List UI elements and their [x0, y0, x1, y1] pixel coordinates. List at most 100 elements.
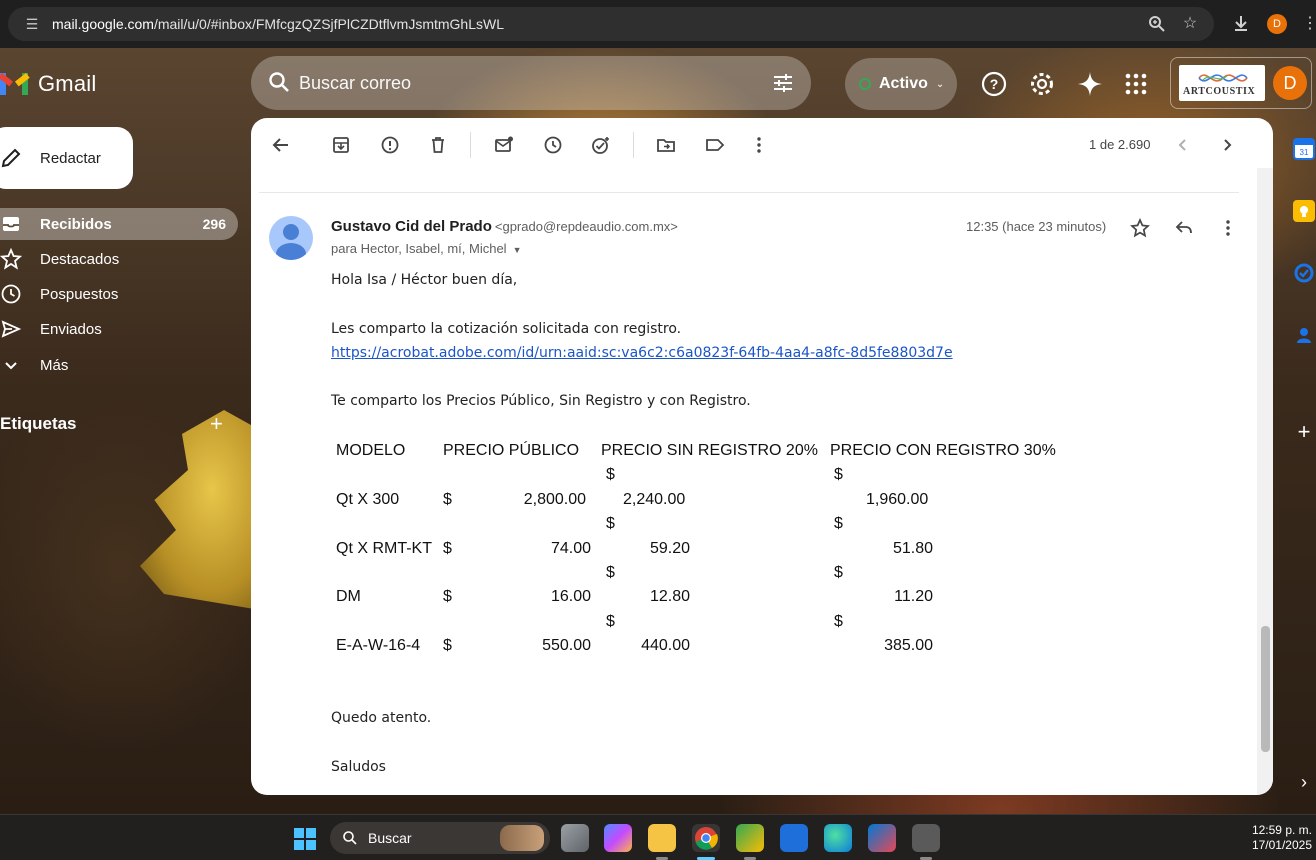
- table-cell-con: 1,960.00: [866, 491, 929, 508]
- newer-chevron-left-icon[interactable]: [1173, 135, 1193, 155]
- search-options-icon[interactable]: [771, 71, 795, 95]
- star-icon[interactable]: [1130, 218, 1150, 238]
- table-cell-con: 385.00: [884, 637, 933, 654]
- contacts-icon[interactable]: [1293, 324, 1315, 346]
- apps-grid-icon[interactable]: [1122, 70, 1150, 98]
- label-tag-icon[interactable]: [705, 135, 725, 155]
- sidebar-item-snoozed[interactable]: Pospuestos: [0, 278, 238, 310]
- url-text[interactable]: mail.google.com/mail/u/0/#inbox/FMfcgzQZ…: [52, 16, 504, 32]
- search-input[interactable]: [299, 70, 739, 96]
- table-cell-public: 74.00: [550, 540, 591, 557]
- archive-icon[interactable]: [331, 135, 351, 155]
- closing-text: Quedo atento.: [331, 710, 432, 726]
- status-dot-icon: [859, 78, 871, 90]
- chevron-down-icon: [5, 362, 17, 370]
- reply-icon[interactable]: [1174, 218, 1194, 238]
- edge-icon[interactable]: [824, 824, 852, 852]
- search-highlight-illustration: [500, 825, 544, 851]
- currency-symbol: $: [606, 515, 615, 532]
- compose-button[interactable]: Redactar: [0, 127, 133, 189]
- report-spam-icon[interactable]: [380, 135, 400, 155]
- add-label-button[interactable]: +: [210, 413, 223, 435]
- sidebar-item-inbox[interactable]: Recibidos 296: [0, 208, 238, 240]
- table-header: MODELO: [336, 442, 406, 459]
- more-options-icon[interactable]: [749, 135, 769, 155]
- snooze-clock-icon[interactable]: [543, 135, 563, 155]
- store-icon[interactable]: [868, 824, 896, 852]
- sender-name[interactable]: Gustavo Cid del Prado <gprado@repdeaudio.…: [331, 218, 678, 235]
- table-cell-sin: 440.00: [641, 637, 690, 654]
- message-scrollbar[interactable]: [1257, 168, 1273, 795]
- taskbar-search[interactable]: Buscar: [330, 822, 550, 854]
- copilot-icon[interactable]: [604, 824, 632, 852]
- clock-icon: [1, 284, 21, 304]
- add-addon-icon[interactable]: +: [1293, 421, 1315, 443]
- browser-menu-icon[interactable]: ⋮: [1300, 14, 1316, 34]
- thread-divider: [259, 192, 1239, 193]
- sidebar-item-sent[interactable]: Enviados: [0, 313, 238, 345]
- system-clock[interactable]: 12:59 p. m. 17/01/2025: [1252, 823, 1312, 853]
- search-icon[interactable]: [267, 70, 291, 94]
- sidebar-item-label: Enviados: [40, 320, 102, 338]
- back-arrow-icon[interactable]: [271, 135, 291, 155]
- help-icon[interactable]: ?: [980, 70, 1008, 98]
- task-view-icon[interactable]: [561, 824, 589, 852]
- keep-notes-icon[interactable]: [1293, 200, 1315, 222]
- settings-gear-icon[interactable]: [1028, 70, 1056, 98]
- message-more-icon[interactable]: [1218, 218, 1238, 238]
- office-app-icon[interactable]: [780, 824, 808, 852]
- caret-down-icon[interactable]: ▼: [513, 245, 522, 255]
- table-cell-con: 51.80: [892, 540, 933, 557]
- file-explorer-icon[interactable]: [648, 824, 676, 852]
- chat-app-icon[interactable]: [736, 824, 764, 852]
- sidebar-item-starred[interactable]: Destacados: [0, 243, 238, 275]
- account-avatar[interactable]: D: [1273, 66, 1307, 100]
- body-line: Les comparto la cotización solicitada co…: [331, 321, 682, 337]
- scrollbar-thumb[interactable]: [1261, 626, 1270, 752]
- gmail-logo[interactable]: Gmail: [0, 66, 96, 102]
- artcoustix-logo: ARTCOUSTIX: [1179, 65, 1265, 101]
- address-bar[interactable]: ☰ mail.google.com/mail/u/0/#inbox/FMfcgz…: [8, 7, 1214, 41]
- expand-panel-chevron-icon[interactable]: ›: [1293, 771, 1315, 793]
- sender-avatar[interactable]: [269, 216, 313, 260]
- sidebar-item-more[interactable]: Más: [0, 349, 238, 381]
- recipients-line[interactable]: para Hector, Isabel, mí, Michel ▼: [331, 241, 522, 256]
- table-cell-model: Qt X RMT-KT: [336, 540, 432, 557]
- calculator-icon[interactable]: [912, 824, 940, 852]
- table-header: PRECIO SIN REGISTRO 20%: [601, 442, 818, 459]
- tasks-icon[interactable]: [1293, 262, 1315, 284]
- status-selector[interactable]: Activo ⌄: [845, 58, 957, 110]
- sidebar-item-label: Recibidos: [40, 215, 112, 233]
- message-time: 12:35 (hace 23 minutos): [966, 219, 1107, 234]
- site-settings-icon[interactable]: ☰: [24, 16, 40, 32]
- older-chevron-right-icon[interactable]: [1217, 135, 1237, 155]
- table-cell-model: Qt X 300: [336, 491, 400, 508]
- chrome-icon[interactable]: [692, 824, 720, 852]
- svg-text:?: ?: [990, 76, 999, 92]
- search-bar[interactable]: [251, 56, 811, 110]
- toolbar-separator: [633, 132, 634, 158]
- brand-name: ARTCOUSTIX: [1183, 86, 1256, 97]
- pager-count: 1 de 2.690: [1089, 137, 1151, 152]
- windows-start-icon[interactable]: [293, 827, 317, 851]
- gemini-sparkle-icon[interactable]: [1076, 70, 1104, 98]
- signoff-text: Saludos: [331, 759, 386, 775]
- table-cell-public: 2,800.00: [523, 491, 586, 508]
- download-icon[interactable]: [1231, 14, 1251, 34]
- table-cell-sin: 12.80: [649, 588, 690, 605]
- acrobat-link[interactable]: https://acrobat.adobe.com/id/urn:aaid:sc…: [331, 345, 953, 361]
- move-to-folder-icon[interactable]: [656, 135, 676, 155]
- zoom-icon[interactable]: [1148, 15, 1166, 33]
- clock-date: 17/01/2025: [1251, 838, 1312, 852]
- delete-icon[interactable]: [428, 135, 448, 155]
- windows-taskbar: Buscar 12:59 p. m. 17/01/2025: [0, 814, 1316, 860]
- unread-count: 296: [202, 216, 226, 232]
- calendar-icon[interactable]: 31: [1293, 138, 1315, 160]
- browser-profile-avatar[interactable]: D: [1267, 14, 1287, 34]
- mark-unread-icon[interactable]: [494, 135, 514, 155]
- add-task-icon[interactable]: [591, 135, 611, 155]
- body-line: Te comparto los Precios Público, Sin Reg…: [331, 393, 751, 409]
- bookmark-star-icon[interactable]: ☆: [1181, 15, 1199, 33]
- clock-time: 12:59 p. m.: [1251, 823, 1312, 837]
- currency-symbol: $: [606, 466, 615, 483]
